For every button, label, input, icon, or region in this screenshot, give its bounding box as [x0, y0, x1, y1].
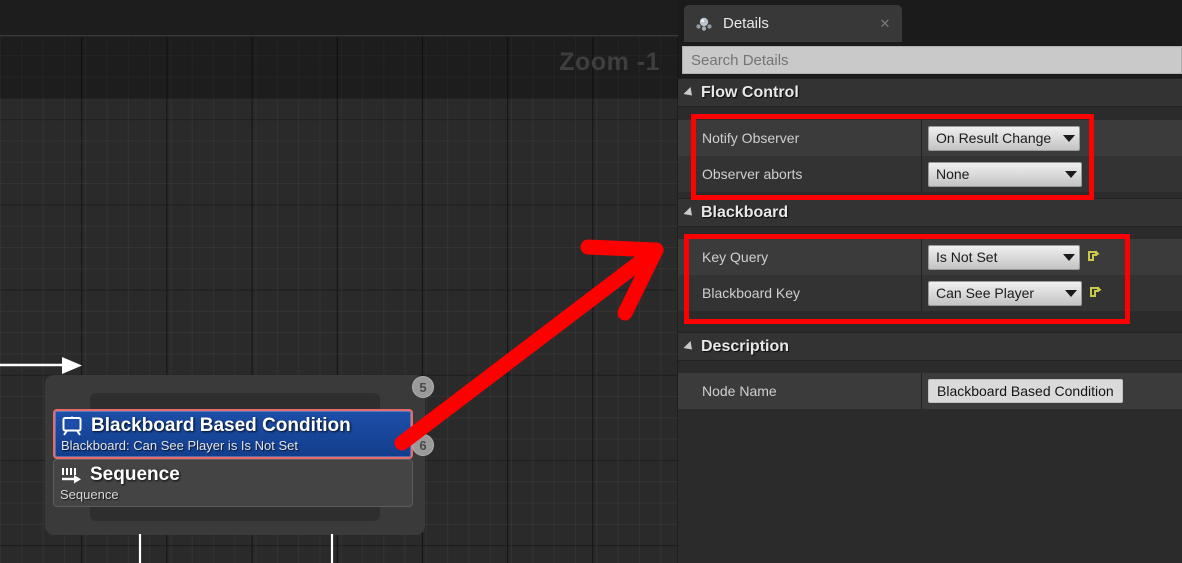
dropdown-value: Can See Player [936, 285, 1035, 301]
app-window: Zoom -1 Blackboard Based Condition Black… [0, 0, 1182, 563]
node-title-row: Sequence [60, 463, 406, 487]
node-subtitle: Sequence [60, 487, 119, 502]
category-header-blackboard[interactable]: Blackboard [678, 198, 1182, 227]
category-header-description[interactable]: Description [678, 332, 1182, 361]
behavior-tree-graph-pane[interactable]: Zoom -1 Blackboard Based Condition Black… [0, 0, 678, 563]
node-title: Sequence [90, 464, 180, 485]
property-label: Observer aborts [702, 166, 803, 182]
details-icon [696, 17, 712, 31]
chevron-down-icon [683, 86, 696, 99]
column-divider [921, 239, 922, 275]
property-label: Key Query [702, 249, 769, 265]
node-title-row: Blackboard Based Condition [61, 414, 405, 438]
category-title: Flow Control [701, 83, 799, 101]
sequence-icon [62, 468, 81, 484]
graph-toolbar [0, 0, 678, 36]
chevron-down-icon [1063, 134, 1075, 142]
chevron-down-icon [1065, 170, 1077, 178]
property-value: Can See Player [921, 280, 1182, 306]
dropdown-value: Is Not Set [936, 249, 998, 265]
node-sequence[interactable]: Sequence Sequence [53, 459, 413, 507]
revert-icon[interactable] [1089, 286, 1102, 300]
property-label: Node Name [702, 383, 777, 399]
column-divider [921, 120, 922, 156]
close-icon[interactable]: ✕ [878, 17, 892, 31]
node-execution-index-badge: 6 [412, 434, 434, 456]
property-row-blackboard-key[interactable]: Blackboard Key Can See Player [678, 275, 1182, 311]
dropdown-blackboard-key[interactable]: Can See Player [928, 280, 1082, 306]
property-value: Blackboard Based Condition [921, 379, 1182, 403]
chevron-down-icon [1065, 289, 1077, 297]
search-input[interactable] [682, 46, 1182, 74]
search-row [678, 42, 1182, 78]
node-title: Blackboard Based Condition [91, 415, 351, 436]
column-divider [921, 373, 922, 409]
tab-label: Details [723, 15, 769, 32]
chevron-down-icon [1063, 253, 1075, 261]
outgoing-connections [138, 534, 334, 563]
category-header-flow-control[interactable]: Flow Control [678, 78, 1182, 107]
category-title: Blackboard [701, 203, 789, 221]
blackboard-icon [62, 416, 82, 436]
column-divider [921, 156, 922, 192]
details-panel: Details ✕ Flow Control Notify Observer O… [678, 0, 1182, 563]
textbox-node-name[interactable]: Blackboard Based Condition [928, 379, 1123, 403]
dropdown-observer-aborts[interactable]: None [928, 161, 1082, 187]
node-group[interactable]: Blackboard Based Condition Blackboard: C… [45, 375, 425, 535]
property-value: None [921, 161, 1182, 187]
zoom-level-label: Zoom -1 [559, 48, 660, 76]
dropdown-value: On Result Change [936, 130, 1052, 146]
dropdown-notify-observer[interactable]: On Result Change [928, 125, 1080, 151]
property-value: Is Not Set [921, 244, 1182, 270]
column-divider [921, 275, 922, 311]
node-execution-index-badge: 5 [412, 376, 434, 398]
chevron-down-icon [683, 206, 696, 219]
details-tabstrip: Details ✕ [678, 0, 1182, 42]
revert-icon[interactable] [1087, 250, 1100, 264]
node-subtitle: Blackboard: Can See Player is Is Not Set [61, 438, 299, 453]
property-row-observer-aborts[interactable]: Observer aborts None [678, 156, 1182, 192]
property-row-node-name[interactable]: Node Name Blackboard Based Condition [678, 373, 1182, 409]
node-blackboard-based-condition[interactable]: Blackboard Based Condition Blackboard: C… [53, 409, 413, 459]
property-value: On Result Change [921, 125, 1182, 151]
dropdown-key-query[interactable]: Is Not Set [928, 244, 1080, 270]
chevron-down-icon [683, 340, 696, 353]
property-row-notify-observer[interactable]: Notify Observer On Result Change [678, 120, 1182, 156]
property-row-key-query[interactable]: Key Query Is Not Set [678, 239, 1182, 275]
dropdown-value: None [936, 166, 970, 182]
property-label: Blackboard Key [702, 285, 801, 301]
property-label: Notify Observer [702, 130, 800, 146]
category-title: Description [701, 337, 790, 355]
tab-details[interactable]: Details ✕ [684, 5, 902, 42]
